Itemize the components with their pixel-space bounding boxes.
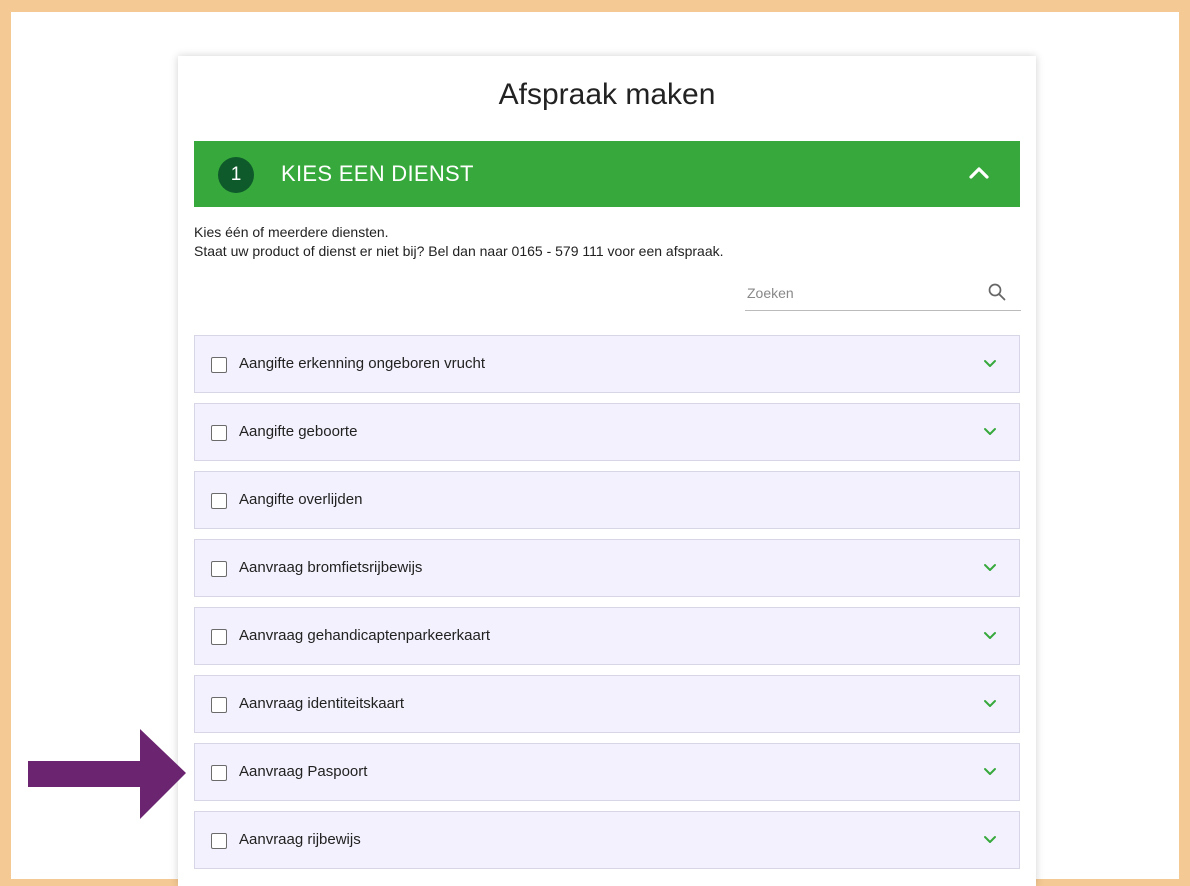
service-label: Aanvraag identiteitskaart bbox=[239, 695, 405, 712]
service-checkbox[interactable] bbox=[211, 357, 227, 373]
intro-line-2: Staat uw product of dienst er niet bij? … bbox=[194, 243, 724, 259]
service-checkbox[interactable] bbox=[211, 765, 227, 781]
search-field[interactable] bbox=[745, 278, 1021, 311]
service-label: Aanvraag gehandicaptenparkeerkaart bbox=[239, 627, 491, 644]
chevron-down-icon[interactable] bbox=[983, 358, 997, 370]
service-checkbox[interactable] bbox=[211, 833, 227, 849]
service-item[interactable]: Aangifte overlijden bbox=[194, 471, 1020, 529]
service-checkbox[interactable] bbox=[211, 697, 227, 713]
arrow-right-icon bbox=[28, 729, 186, 819]
chevron-down-icon[interactable] bbox=[983, 426, 997, 438]
page-title: Afspraak maken bbox=[498, 78, 716, 111]
service-item[interactable]: Aangifte geboorte bbox=[194, 403, 1020, 461]
service-checkbox[interactable] bbox=[211, 493, 227, 509]
service-item[interactable]: Aanvraag gehandicaptenparkeerkaart bbox=[194, 607, 1020, 665]
chevron-down-icon[interactable] bbox=[983, 630, 997, 642]
appointment-card: Afspraak maken 1 KIES EEN DIENST Kies éé… bbox=[178, 56, 1036, 886]
chevron-down-icon[interactable] bbox=[983, 562, 997, 574]
search-icon[interactable] bbox=[987, 282, 1007, 302]
search-input[interactable] bbox=[745, 278, 979, 308]
service-label: Aangifte geboorte bbox=[239, 423, 358, 440]
chevron-up-icon[interactable] bbox=[968, 164, 990, 180]
chevron-down-icon[interactable] bbox=[983, 766, 997, 778]
intro-text: Kies één of meerdere diensten. Staat uw … bbox=[194, 223, 724, 261]
service-item[interactable]: Aanvraag identiteitskaart bbox=[194, 675, 1020, 733]
service-label: Aanvraag rijbewijs bbox=[239, 831, 361, 848]
step-number-badge: 1 bbox=[218, 157, 254, 193]
service-label: Aangifte erkenning ongeboren vrucht bbox=[239, 355, 486, 372]
service-checkbox[interactable] bbox=[211, 629, 227, 645]
chevron-down-icon[interactable] bbox=[983, 698, 997, 710]
intro-line-1: Kies één of meerdere diensten. bbox=[194, 224, 389, 240]
step-title: KIES EEN DIENST bbox=[281, 161, 474, 186]
service-item[interactable]: Aanvraag Paspoort bbox=[194, 743, 1020, 801]
service-checkbox[interactable] bbox=[211, 425, 227, 441]
service-item[interactable]: Aanvraag rijbewijs bbox=[194, 811, 1020, 869]
service-label: Aanvraag bromfietsrijbewijs bbox=[239, 559, 423, 576]
service-label: Aanvraag Paspoort bbox=[239, 763, 368, 780]
service-item[interactable]: Aanvraag bromfietsrijbewijs bbox=[194, 539, 1020, 597]
service-label: Aangifte overlijden bbox=[239, 491, 363, 508]
service-item[interactable]: Aangifte erkenning ongeboren vrucht bbox=[194, 335, 1020, 393]
service-checkbox[interactable] bbox=[211, 561, 227, 577]
step-header[interactable]: 1 KIES EEN DIENST bbox=[194, 141, 1020, 207]
chevron-down-icon[interactable] bbox=[983, 834, 997, 846]
